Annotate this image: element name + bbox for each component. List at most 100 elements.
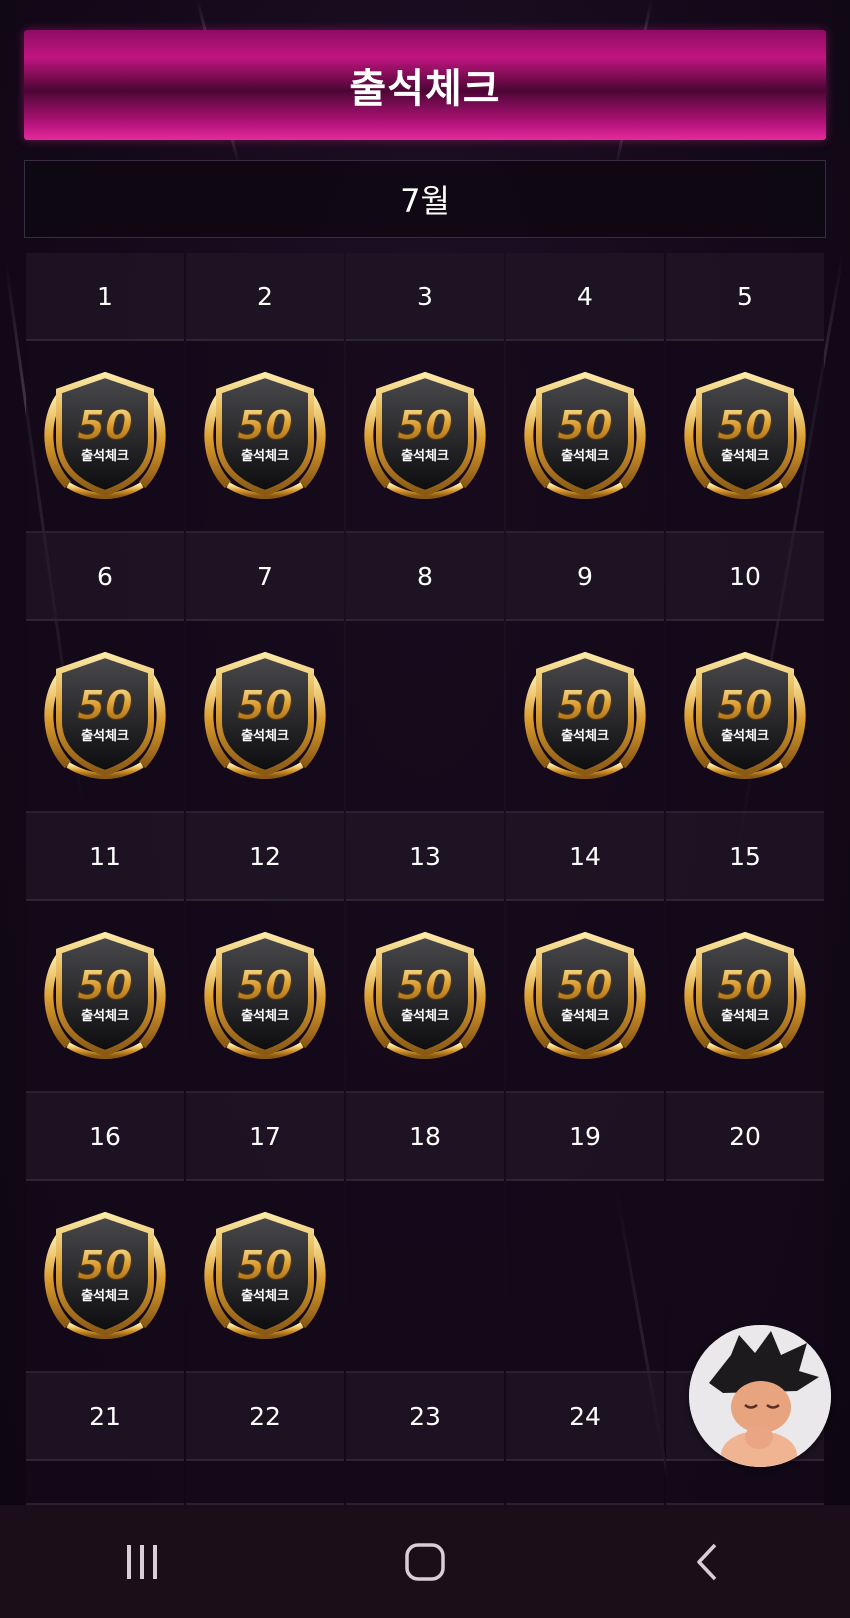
attendance-stamp-icon: 50출석체크 — [204, 931, 326, 1059]
day-number: 1 — [26, 253, 184, 341]
day-number: 15 — [666, 813, 824, 901]
stamp-points: 50 — [77, 683, 133, 729]
stamp-label: 출석체크 — [81, 728, 129, 744]
recent-apps-icon — [126, 1544, 157, 1579]
stamp-label: 출석체크 — [241, 448, 289, 464]
attendance-stamp-icon: 50출석체크 — [684, 371, 806, 499]
day-number: 19 — [506, 1093, 664, 1181]
stamp-cell — [26, 1461, 184, 1505]
attendance-calendar: 1 2 3 4 5 50 출석체크 50 출석체크 50 출석체크 50 출석체크 50 출석체크 6 7 8 9 1… — [26, 253, 826, 1505]
system-navigation-bar — [0, 1505, 850, 1618]
stamp-label: 출석체크 — [241, 728, 289, 744]
attendance-stamp-icon: 50출석체크 — [364, 371, 486, 499]
stamp-cell: 50 출석체크 — [346, 341, 504, 533]
stamp-cell: 50 출석체크 — [346, 901, 504, 1093]
month-label: 7월 — [400, 182, 450, 220]
attendance-stamp-icon: 50출석체크 — [204, 371, 326, 499]
attendance-stamp-icon: 50출석체크 — [44, 371, 166, 499]
attendance-stamp-icon: 50출석체크 — [204, 651, 326, 779]
stamp-cell: 50 출석체크 — [26, 1181, 184, 1373]
day-number: 2 — [186, 253, 344, 341]
stamp-points: 50 — [77, 1243, 133, 1289]
attendance-stamp-icon: 50출석체크 — [204, 1211, 326, 1339]
stamp-points: 50 — [557, 683, 613, 729]
stamp-points: 50 — [717, 683, 773, 729]
day-number: 12 — [186, 813, 344, 901]
stamp-points: 50 — [237, 403, 293, 449]
day-number: 24 — [506, 1373, 664, 1461]
stamp-points: 50 — [717, 963, 773, 1009]
stamp-points: 50 — [397, 963, 453, 1009]
stamp-label: 출석체크 — [561, 1008, 609, 1024]
stamp-cell — [666, 1461, 824, 1505]
stamp-points: 50 — [237, 963, 293, 1009]
stamp-cell: 50 출석체크 — [186, 621, 344, 813]
floating-avatar-button[interactable] — [689, 1325, 831, 1467]
back-button[interactable] — [648, 1522, 768, 1602]
stamp-cell — [346, 1461, 504, 1505]
stamp-points: 50 — [397, 403, 453, 449]
attendance-stamp-icon: 50출석체크 — [524, 931, 646, 1059]
attendance-stamp-icon: 50출석체크 — [364, 931, 486, 1059]
page-title: 출석체크 — [349, 66, 501, 112]
stamp-cell: 50 출석체크 — [506, 341, 664, 533]
attendance-stamp-icon: 50출석체크 — [524, 651, 646, 779]
stamp-label: 출석체크 — [721, 448, 769, 464]
attendance-stamp-icon: 50출석체크 — [44, 931, 166, 1059]
stamp-cell — [346, 1181, 504, 1373]
day-number: 16 — [26, 1093, 184, 1181]
stamp-cell: 50 출석체크 — [506, 621, 664, 813]
stamp-label: 출석체크 — [721, 1008, 769, 1024]
home-icon — [405, 1542, 445, 1581]
day-number: 5 — [666, 253, 824, 341]
day-number: 22 — [186, 1373, 344, 1461]
stamp-points: 50 — [77, 403, 133, 449]
stamp-cell: 50 출석체크 — [26, 621, 184, 813]
day-number: 3 — [346, 253, 504, 341]
stamp-points: 50 — [557, 963, 613, 1009]
day-number: 20 — [666, 1093, 824, 1181]
day-number: 10 — [666, 533, 824, 621]
recent-apps-button[interactable] — [82, 1522, 202, 1602]
attendance-stamp-icon: 50출석체크 — [684, 931, 806, 1059]
stamp-label: 출석체크 — [721, 728, 769, 744]
stamp-points: 50 — [717, 403, 773, 449]
day-number: 14 — [506, 813, 664, 901]
page-title-bar: 출석체크 — [24, 30, 826, 140]
character-avatar-icon — [689, 1325, 831, 1467]
stamp-cell: 50 출석체크 — [186, 1181, 344, 1373]
stamp-cell: 50 출석체크 — [26, 901, 184, 1093]
stamp-label: 출석체크 — [561, 728, 609, 744]
day-number: 4 — [506, 253, 664, 341]
stamp-points: 50 — [557, 403, 613, 449]
attendance-stamp-icon: 50출석체크 — [44, 651, 166, 779]
stamp-cell — [346, 621, 504, 813]
day-number: 8 — [346, 533, 504, 621]
stamp-label: 출석체크 — [561, 448, 609, 464]
stamp-label: 출석체크 — [241, 1008, 289, 1024]
day-number: 6 — [26, 533, 184, 621]
stamp-cell — [506, 1181, 664, 1373]
stamp-cell: 50 출석체크 — [666, 621, 824, 813]
stamp-label: 출석체크 — [81, 448, 129, 464]
stamp-cell: 50 출석체크 — [666, 341, 824, 533]
stamp-cell: 50 출석체크 — [186, 341, 344, 533]
day-number: 7 — [186, 533, 344, 621]
stamp-cell — [186, 1461, 344, 1505]
attendance-stamp-icon: 50출석체크 — [44, 1211, 166, 1339]
stamp-cell: 50 출석체크 — [26, 341, 184, 533]
stamp-cell: 50 출석체크 — [186, 901, 344, 1093]
attendance-stamp-icon: 50출석체크 — [524, 371, 646, 499]
stamp-cell — [506, 1461, 664, 1505]
day-number: 23 — [346, 1373, 504, 1461]
home-button[interactable] — [365, 1522, 485, 1602]
day-number: 21 — [26, 1373, 184, 1461]
attendance-stamp-icon: 50출석체크 — [684, 651, 806, 779]
stamp-label: 출석체크 — [81, 1008, 129, 1024]
stamp-label: 출석체크 — [401, 448, 449, 464]
month-header: 7월 — [24, 160, 826, 238]
stamp-cell: 50 출석체크 — [506, 901, 664, 1093]
day-number: 11 — [26, 813, 184, 901]
day-number: 18 — [346, 1093, 504, 1181]
stamp-label: 출석체크 — [81, 1288, 129, 1304]
